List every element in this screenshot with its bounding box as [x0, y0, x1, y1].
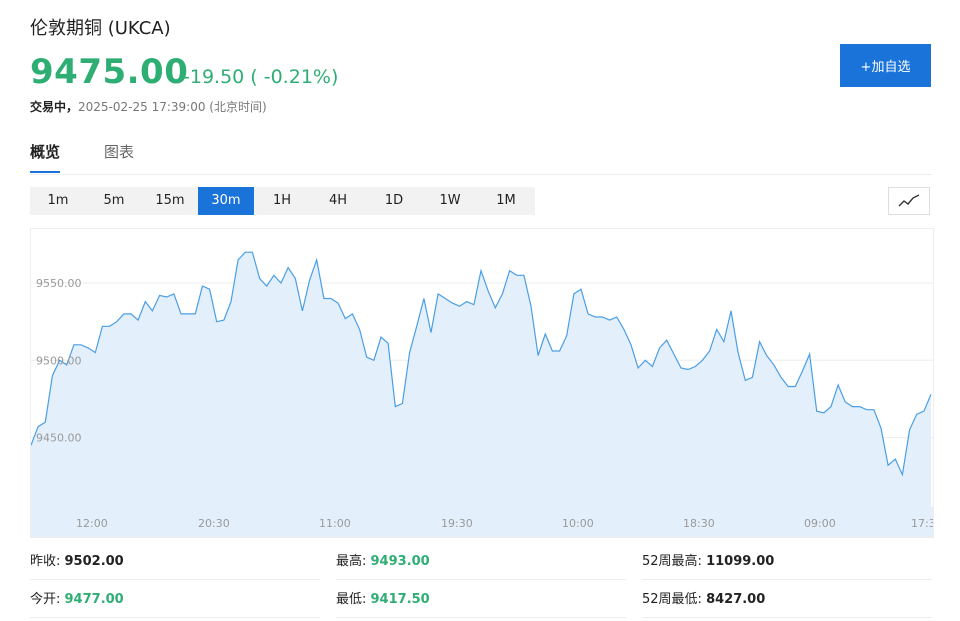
stat-value: 9417.50 — [370, 592, 430, 607]
stat-label: 今开: — [30, 592, 65, 607]
x-tick-label: 11:00 — [319, 517, 351, 530]
stat-label: 最高: — [336, 554, 371, 569]
stat-value: 9493.00 — [370, 554, 430, 569]
timestamp: 2025-02-25 17:39:00 (北京时间) — [78, 100, 267, 114]
stat-item: 最低: 9417.50 — [336, 583, 626, 618]
trading-status: 交易中，2025-02-25 17:39:00 (北京时间) — [30, 98, 267, 115]
stat-label: 52周最低: — [642, 592, 707, 607]
y-tick-label: 9550.00 — [36, 277, 82, 290]
last-price: 9475.00 — [30, 52, 189, 92]
stat-value: 11099.00 — [706, 554, 775, 569]
instrument-title: 伦敦期铜 (UKCA) — [30, 18, 171, 39]
stat-label: 昨收: — [30, 554, 65, 569]
period-1d[interactable]: 1D — [366, 187, 422, 215]
line-chart-icon — [898, 194, 920, 207]
period-1w[interactable]: 1W — [422, 187, 478, 215]
y-tick-label: 9450.00 — [36, 432, 82, 445]
period-1m[interactable]: 1m — [30, 187, 86, 215]
stat-item: 52周最低: 8427.00 — [642, 583, 932, 618]
tab-overview[interactable]: 概览 — [30, 142, 61, 173]
x-tick-label: 20:30 — [198, 517, 230, 530]
period-4h[interactable]: 4H — [310, 187, 366, 215]
area-base — [31, 507, 933, 537]
x-tick-label: 19:30 — [441, 517, 473, 530]
period-1h[interactable]: 1H — [254, 187, 310, 215]
stat-label: 52周最高: — [642, 554, 707, 569]
price-area — [31, 252, 931, 507]
price-chart-svg: 9550.00 9500.00 9450.00 12:00 20:30 11:00 19:3… — [30, 251, 936, 537]
period-15m[interactable]: 15m — [142, 187, 198, 215]
status-label: 交易中， — [30, 100, 79, 114]
tab-bar: 概览 图表 — [30, 142, 932, 175]
x-tick-label: 09:00 — [804, 517, 836, 530]
stat-item: 昨收: 9502.00 — [30, 545, 320, 580]
stat-value: 9477.00 — [64, 592, 124, 607]
stat-label: 最低: — [336, 592, 371, 607]
period-selector: 1m 5m 15m 30m 1H 4H 1D 1W 1M — [30, 187, 535, 215]
period-1m[interactable]: 1M — [478, 187, 534, 215]
x-tick-label: 10:00 — [562, 517, 594, 530]
price-chart[interactable]: 9550.00 9500.00 9450.00 12:00 20:30 11:00 19:3… — [30, 228, 936, 538]
y-tick-label: 9500.00 — [36, 354, 82, 367]
stat-value: 9502.00 — [64, 554, 124, 569]
tab-chart[interactable]: 图表 — [104, 142, 134, 173]
stat-item: 最高: 9493.00 — [336, 545, 626, 580]
period-5m[interactable]: 5m — [86, 187, 142, 215]
stat-item: 52周最高: 11099.00 — [642, 545, 932, 580]
period-30m[interactable]: 30m — [198, 187, 254, 215]
stat-value: 8427.00 — [706, 592, 766, 607]
chart-type-button[interactable] — [888, 187, 930, 215]
x-tick-label: 12:00 — [76, 517, 108, 530]
add-watchlist-button[interactable]: +加自选 — [840, 44, 931, 87]
stat-item: 今开: 9477.00 — [30, 583, 320, 618]
price-change: -19.50 ( -0.21%) — [183, 66, 339, 88]
x-tick-label: 18:30 — [683, 517, 715, 530]
x-tick-label: 17:3 — [911, 517, 933, 530]
